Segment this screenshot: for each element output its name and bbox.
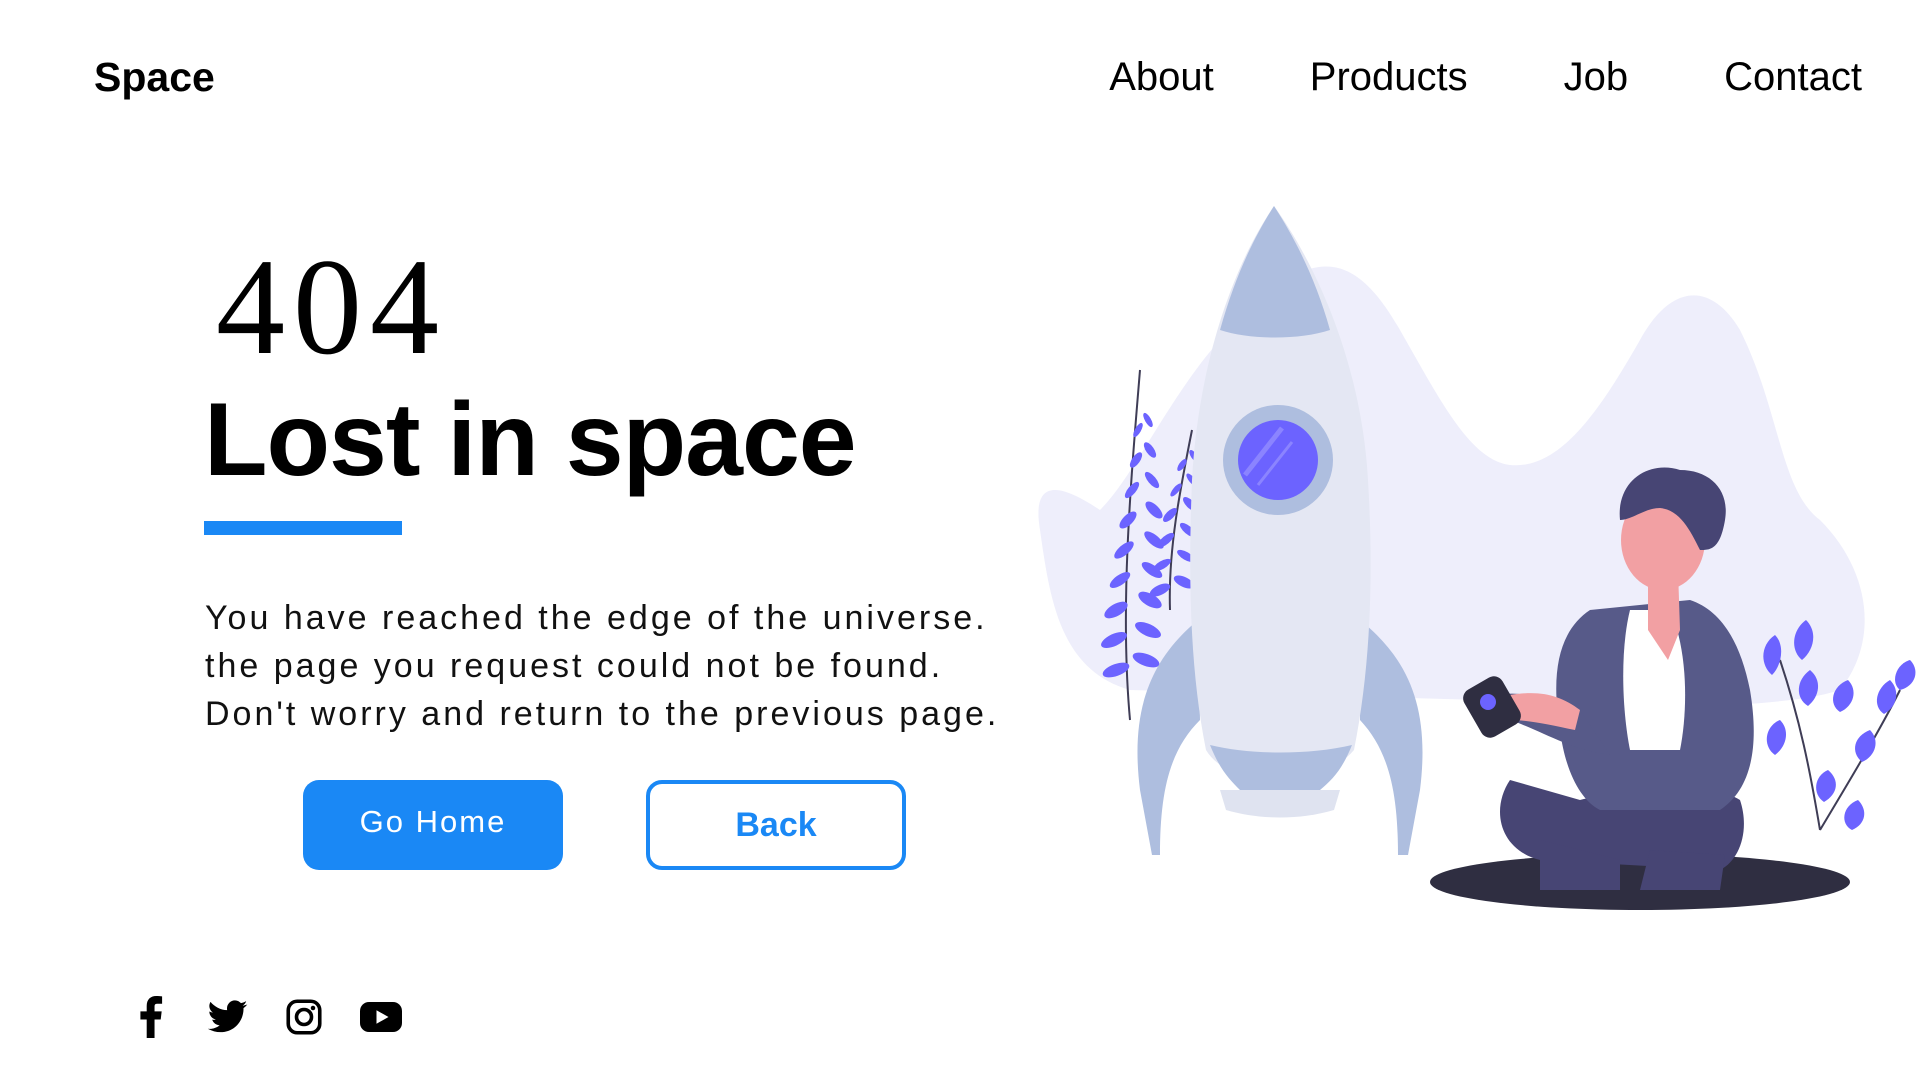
main-nav: About Products Job Contact — [1109, 52, 1862, 102]
facebook-icon[interactable] — [136, 996, 170, 1043]
description-line: You have reached the edge of the univers… — [205, 599, 988, 637]
backdrop-shape — [1038, 266, 1865, 707]
page-title: Lost in space — [204, 382, 857, 498]
nav-contact-link[interactable]: Contact — [1724, 52, 1862, 102]
nav-about-link[interactable]: About — [1109, 52, 1214, 102]
twitter-icon[interactable] — [207, 1000, 248, 1039]
title-underline — [204, 521, 402, 535]
instagram-icon[interactable] — [286, 999, 322, 1040]
go-home-button[interactable]: Go Home — [303, 780, 563, 870]
error-code: 404 — [216, 230, 447, 383]
nav-products-link[interactable]: Products — [1310, 52, 1468, 102]
description-line: Don't worry and return to the previous p… — [205, 695, 1000, 733]
rocket-illustration — [1038, 206, 1916, 910]
social-links — [136, 996, 440, 1043]
description-line: the page you request could not be found. — [205, 647, 944, 685]
nav-job-link[interactable]: Job — [1564, 52, 1629, 102]
youtube-icon[interactable] — [360, 1002, 402, 1037]
error-description: You have reached the edge of the univers… — [205, 594, 999, 738]
back-button[interactable]: Back — [646, 780, 906, 870]
error-page: Space About Products Job Contact 404 Los… — [0, 0, 1920, 1080]
site-logo[interactable]: Space — [94, 52, 215, 102]
